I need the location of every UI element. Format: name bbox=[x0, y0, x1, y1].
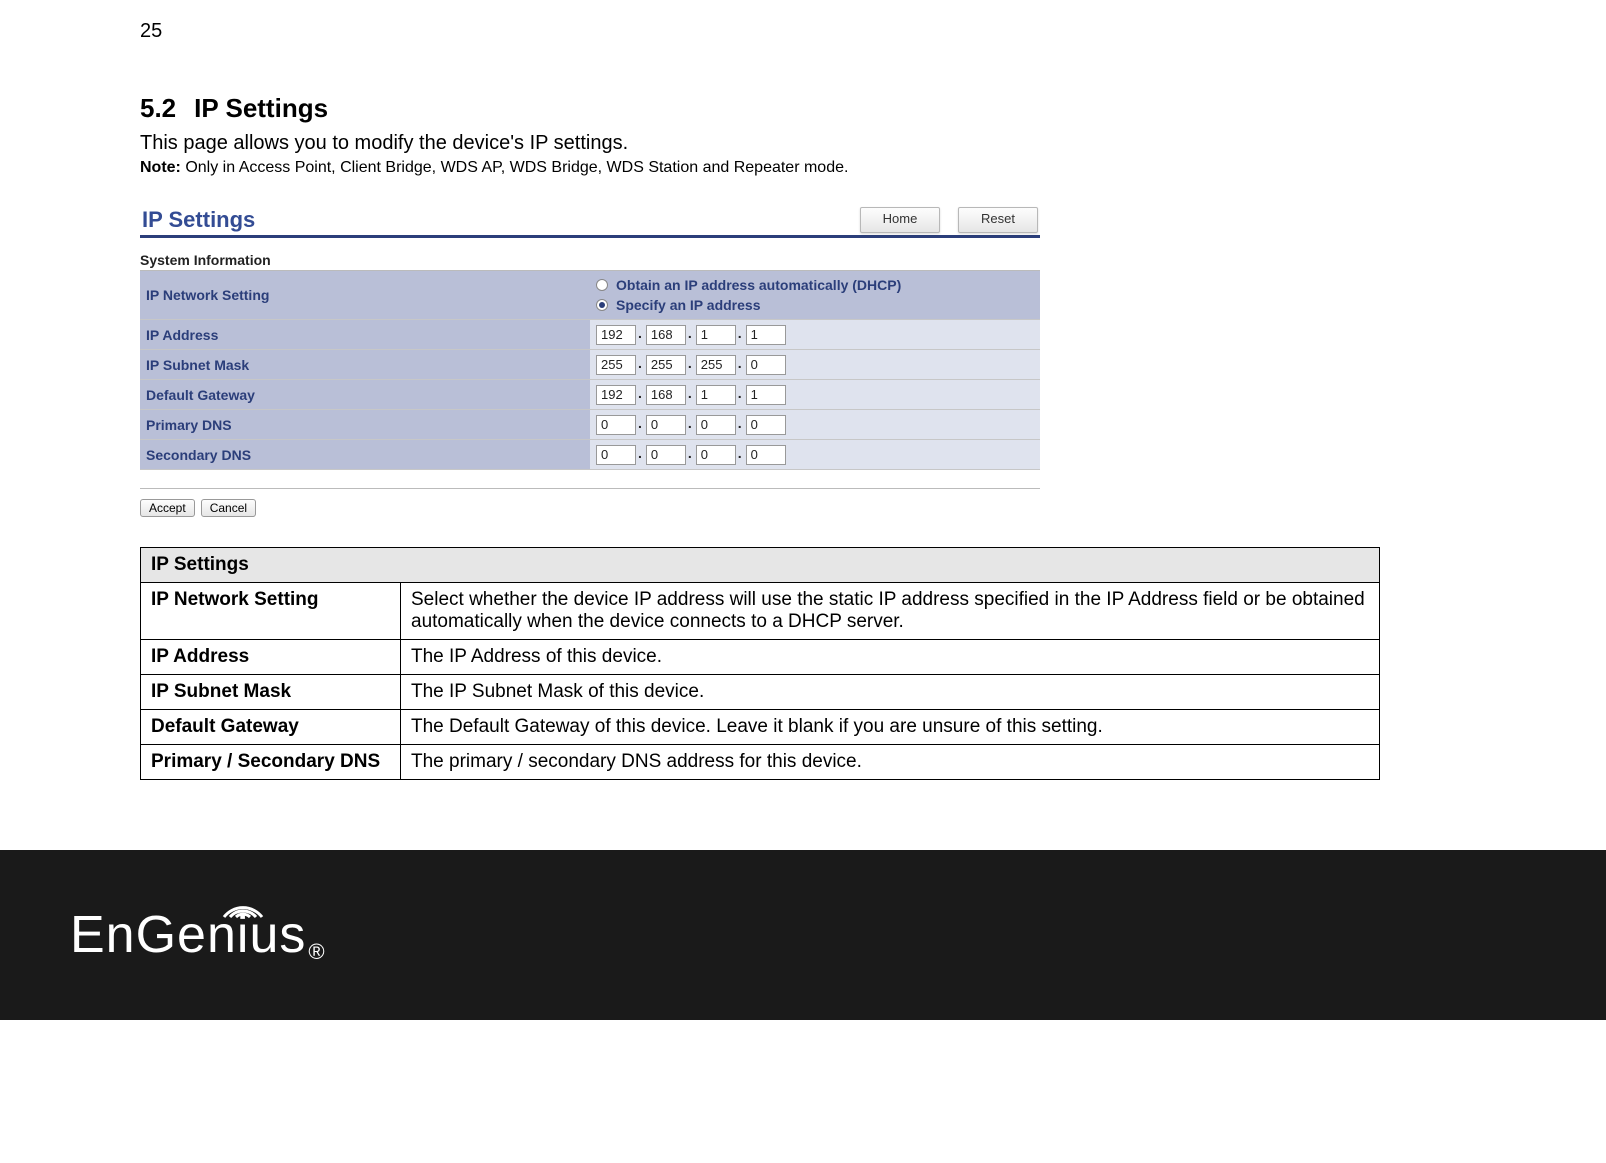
footer-bar: EnGeni us® bbox=[0, 850, 1606, 1020]
subnet-octet-input[interactable]: 255 bbox=[696, 355, 736, 375]
settings-table: IP Network Setting Obtain an IP address … bbox=[140, 271, 1040, 470]
row-label: IP Address bbox=[140, 320, 590, 350]
section-title: IP Settings bbox=[194, 93, 328, 123]
ip-octet-input[interactable]: 1 bbox=[746, 325, 786, 345]
subnet-octet-input[interactable]: 255 bbox=[596, 355, 636, 375]
row-label: IP Network Setting bbox=[140, 271, 590, 320]
brand-logo: EnGeni us® bbox=[70, 905, 326, 965]
table-row: IP Network Setting Select whether the de… bbox=[141, 583, 1380, 640]
wifi-icon bbox=[220, 891, 266, 921]
accept-button[interactable]: Accept bbox=[140, 499, 195, 517]
subnet-octet-input[interactable]: 255 bbox=[646, 355, 686, 375]
table-row: Default Gateway The Default Gateway of t… bbox=[141, 710, 1380, 745]
system-information-label: System Information bbox=[140, 252, 1040, 271]
table-row: Primary / Secondary DNS The primary / se… bbox=[141, 745, 1380, 780]
page-number: 25 bbox=[140, 20, 1466, 43]
section-number: 5.2 bbox=[140, 93, 176, 124]
radio-icon bbox=[596, 299, 608, 311]
panel-header: IP Settings Home Reset bbox=[140, 201, 1040, 238]
gateway-octet-input[interactable]: 192 bbox=[596, 385, 636, 405]
note-text: Only in Access Point, Client Bridge, WDS… bbox=[181, 159, 849, 176]
desc-value: The primary / secondary DNS address for … bbox=[401, 745, 1380, 780]
row-label: Secondary DNS bbox=[140, 440, 590, 470]
pdns-octet-input[interactable]: 0 bbox=[696, 415, 736, 435]
desc-key: IP Address bbox=[141, 640, 401, 675]
gateway-octet-input[interactable]: 1 bbox=[746, 385, 786, 405]
desc-value: The IP Subnet Mask of this device. bbox=[401, 675, 1380, 710]
radio-static[interactable]: Specify an IP address bbox=[596, 295, 1034, 315]
sdns-octet-input[interactable]: 0 bbox=[646, 445, 686, 465]
desc-value: Select whether the device IP address wil… bbox=[401, 583, 1380, 640]
section-heading: 5.2 IP Settings bbox=[140, 93, 1466, 124]
desc-key: Primary / Secondary DNS bbox=[141, 745, 401, 780]
table-row: IP Address The IP Address of this device… bbox=[141, 640, 1380, 675]
pdns-octet-input[interactable]: 0 bbox=[746, 415, 786, 435]
desc-value: The IP Address of this device. bbox=[401, 640, 1380, 675]
ip-octet-input[interactable]: 192 bbox=[596, 325, 636, 345]
note-label: Note: bbox=[140, 159, 181, 176]
gateway-octet-input[interactable]: 168 bbox=[646, 385, 686, 405]
desc-key: IP Network Setting bbox=[141, 583, 401, 640]
gateway-octet-input[interactable]: 1 bbox=[696, 385, 736, 405]
ip-settings-panel: IP Settings Home Reset System Informatio… bbox=[140, 201, 1040, 517]
description-table: IP Settings IP Network Setting Select wh… bbox=[140, 547, 1380, 780]
desc-value: The Default Gateway of this device. Leav… bbox=[401, 710, 1380, 745]
radio-dhcp-label: Obtain an IP address automatically (DHCP… bbox=[616, 277, 901, 293]
radio-dhcp[interactable]: Obtain an IP address automatically (DHCP… bbox=[596, 275, 1034, 295]
desc-header: IP Settings bbox=[141, 548, 1380, 583]
radio-static-label: Specify an IP address bbox=[616, 297, 760, 313]
home-button[interactable]: Home bbox=[860, 207, 940, 233]
row-label: IP Subnet Mask bbox=[140, 350, 590, 380]
reset-button[interactable]: Reset bbox=[958, 207, 1038, 233]
sdns-octet-input[interactable]: 0 bbox=[746, 445, 786, 465]
sdns-octet-input[interactable]: 0 bbox=[696, 445, 736, 465]
registered-icon: ® bbox=[308, 939, 325, 965]
panel-title: IP Settings bbox=[142, 207, 255, 233]
row-label: Primary DNS bbox=[140, 410, 590, 440]
sdns-octet-input[interactable]: 0 bbox=[596, 445, 636, 465]
pdns-octet-input[interactable]: 0 bbox=[596, 415, 636, 435]
radio-icon bbox=[596, 279, 608, 291]
table-row: IP Subnet Mask The IP Subnet Mask of thi… bbox=[141, 675, 1380, 710]
ip-octet-input[interactable]: 168 bbox=[646, 325, 686, 345]
desc-key: IP Subnet Mask bbox=[141, 675, 401, 710]
intro-text: This page allows you to modify the devic… bbox=[140, 132, 1466, 155]
pdns-octet-input[interactable]: 0 bbox=[646, 415, 686, 435]
cancel-button[interactable]: Cancel bbox=[201, 499, 256, 517]
note-line: Note: Only in Access Point, Client Bridg… bbox=[140, 159, 1466, 177]
subnet-octet-input[interactable]: 0 bbox=[746, 355, 786, 375]
desc-key: Default Gateway bbox=[141, 710, 401, 745]
row-label: Default Gateway bbox=[140, 380, 590, 410]
ip-octet-input[interactable]: 1 bbox=[696, 325, 736, 345]
